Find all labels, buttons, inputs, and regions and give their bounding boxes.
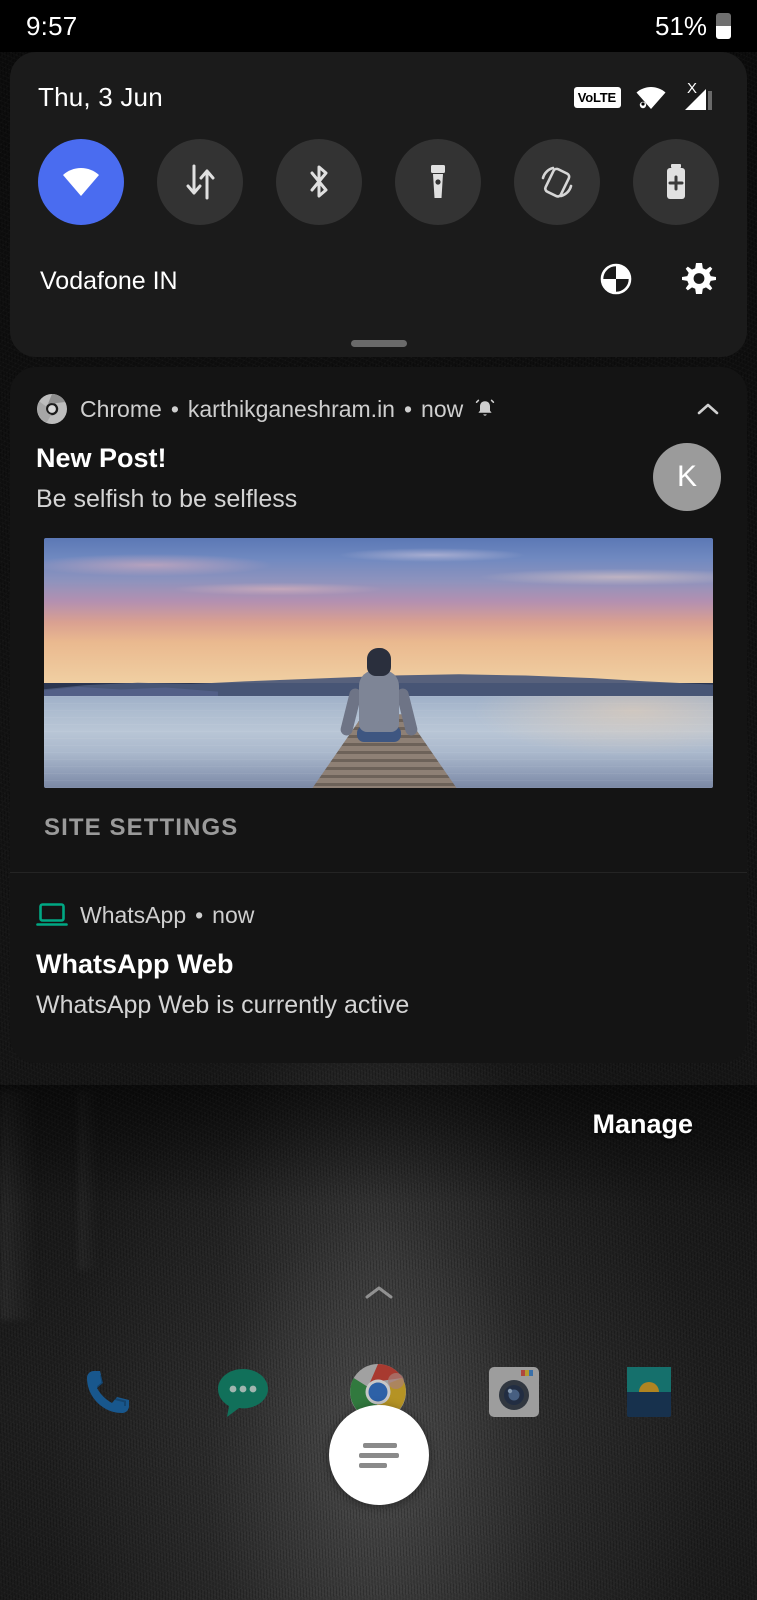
dock-app-messages[interactable]: [203, 1352, 283, 1432]
notification-shade: Chrome • karthikganeshram.in • now New P…: [10, 367, 747, 1063]
notification-chrome[interactable]: Chrome • karthikganeshram.in • now New P…: [10, 367, 747, 873]
notification-body-text: Be selfish to be selfless: [36, 484, 298, 513]
quick-settings-status-icons: VoLTE X: [573, 81, 715, 113]
meta-separator-1: •: [170, 395, 179, 422]
avatar: K: [653, 443, 721, 511]
battery-percent-label: 51%: [654, 10, 707, 41]
picture-person-torso: [358, 670, 399, 733]
qs-tile-battery-saver[interactable]: [633, 139, 719, 225]
quick-settings-footer: Vodafone IN: [10, 225, 747, 302]
chevron-up-icon[interactable]: [695, 396, 721, 422]
notification-time: now: [212, 901, 255, 928]
quick-settings-footer-icons: [599, 261, 717, 302]
flashlight-icon: [431, 165, 445, 198]
battery-saver-icon: [667, 164, 685, 199]
chevron-up-icon: [365, 1286, 392, 1299]
bluetooth-icon: [310, 165, 328, 198]
picture-clouds: [44, 543, 713, 644]
gear-icon[interactable]: [681, 261, 717, 302]
quick-settings-date: Thu, 3 Jun: [38, 82, 163, 112]
volte-badge: VoLTE: [573, 87, 621, 108]
phone-screen: 9:57 51% Thu, 3 Jun VoLTE X Vodafone IN …: [0, 0, 757, 1600]
battery-level-fill: [716, 25, 731, 39]
notification-big-picture[interactable]: [44, 538, 713, 789]
wifi-icon: [63, 168, 99, 196]
quick-settings-panel: Thu, 3 Jun VoLTE X Vodafone IN: [10, 52, 747, 357]
status-bar-right: 51%: [655, 11, 731, 42]
notification-app-name: WhatsApp: [80, 901, 187, 928]
message-bubble-icon: [218, 1369, 269, 1417]
meta-separator-1: •: [195, 901, 204, 928]
app-drawer-indicator[interactable]: [362, 1283, 396, 1306]
notification-app-name: Chrome: [80, 395, 162, 422]
notification-source: karthikganeshram.in: [187, 395, 395, 422]
gallery-icon: [627, 1367, 672, 1417]
signal-bars-icon: X: [681, 81, 715, 113]
notification-header: Chrome • karthikganeshram.in • now: [10, 367, 747, 425]
status-bar-clock: 9:57: [26, 10, 78, 41]
notification-text: WhatsApp Web WhatsApp Web is currently a…: [36, 947, 721, 1022]
notification-header: WhatsApp • now: [10, 873, 747, 931]
chrome-icon: [36, 393, 68, 425]
wallpaper-shadow: [0, 1085, 757, 1205]
qs-tile-wifi[interactable]: [38, 139, 124, 225]
text-lines-icon: [358, 1438, 399, 1473]
laptop-icon: [36, 899, 68, 931]
notification-title: WhatsApp Web: [36, 949, 234, 980]
notification-text: New Post! Be selfish to be selfless: [36, 441, 653, 516]
notification-title: New Post!: [36, 443, 167, 473]
site-settings-button[interactable]: SITE SETTINGS: [44, 814, 238, 842]
notification-meta: Chrome • karthikganeshram.in • now: [80, 396, 683, 423]
notification-meta: WhatsApp • now: [80, 902, 721, 929]
dock-app-camera[interactable]: [474, 1352, 554, 1432]
meta-separator-2: •: [403, 395, 413, 422]
power-circle-icon[interactable]: [599, 262, 633, 301]
text-line-3: [358, 1462, 387, 1468]
quick-settings-tiles: [10, 113, 747, 225]
bell-icon: [474, 398, 496, 420]
notification-body-text: WhatsApp Web is currently active: [36, 990, 410, 1019]
notification-content: New Post! Be selfish to be selfless K: [10, 425, 747, 516]
quick-settings-drag-handle[interactable]: [350, 340, 407, 347]
qs-tile-auto-rotate[interactable]: [514, 139, 600, 225]
notification-actions: SITE SETTINGS: [10, 788, 747, 872]
dock-app-gallery[interactable]: [609, 1352, 689, 1432]
camera-icon: [488, 1367, 539, 1417]
status-bar: 9:57 51%: [0, 0, 757, 52]
phone-icon: [86, 1371, 129, 1413]
manage-button[interactable]: Manage: [586, 1108, 699, 1141]
qs-tile-flashlight[interactable]: [395, 139, 481, 225]
text-line-1: [362, 1442, 397, 1448]
carrier-label: Vodafone IN: [40, 267, 178, 295]
notification-whatsapp[interactable]: WhatsApp • now WhatsApp Web WhatsApp Web…: [10, 872, 747, 1063]
picture-person-head: [366, 648, 391, 677]
manage-row: Manage: [10, 1108, 747, 1141]
auto-rotate-icon: [541, 166, 573, 198]
notification-content: WhatsApp Web WhatsApp Web is currently a…: [10, 931, 747, 1022]
notification-spacer: [10, 1023, 747, 1063]
notification-time: now: [421, 395, 464, 422]
text-line-2: [358, 1452, 399, 1458]
assistant-button[interactable]: [328, 1405, 429, 1505]
quick-settings-header: Thu, 3 Jun VoLTE X: [10, 52, 747, 113]
dock-app-phone[interactable]: [68, 1352, 148, 1432]
qs-tile-bluetooth[interactable]: [276, 139, 362, 225]
wifi-icon: [634, 85, 668, 111]
qs-tile-mobile-data[interactable]: [157, 139, 243, 225]
data-arrows-icon: [186, 164, 215, 200]
battery-icon: [716, 13, 731, 39]
